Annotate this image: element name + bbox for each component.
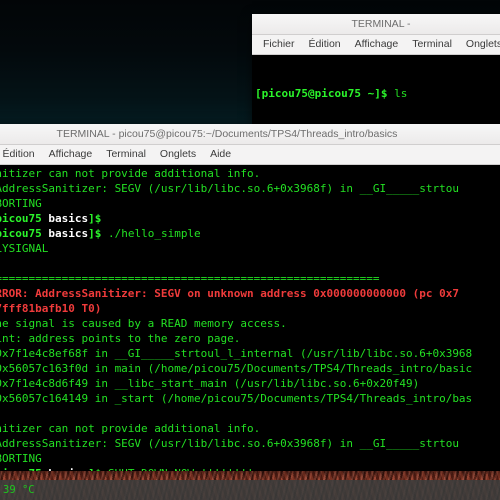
terminal-text: AN:DEADLYSIGNAL — [0, 242, 49, 255]
terminal-line: MMARY: AddressSanitizer: SEGV (/usr/lib/… — [0, 436, 500, 451]
terminal-window-top[interactable]: TERMINAL - Fichier Édition Affichage Ter… — [252, 14, 500, 124]
terminal-text: #0 0x7f1e4c8ef68f in __GI_____strtoul_l_… — [0, 347, 473, 360]
menu-onglets[interactable]: Onglets — [459, 35, 500, 54]
shell-prompt: [picou75@picou75 ~]$ — [255, 87, 388, 100]
terminal-text: MMARY: AddressSanitizer: SEGV (/usr/lib/… — [0, 182, 459, 195]
shell-prompt-tail: ]$ — [88, 467, 101, 471]
terminal-text: 1610==ABORTING — [0, 197, 42, 210]
terminal-line: dressSanitizer can not provide additiona… — [0, 166, 500, 181]
terminal-text: ========================================… — [0, 272, 380, 285]
menu-affichage[interactable]: Affichage — [348, 35, 406, 54]
menubar-main[interactable]: Fichier Édition Affichage Terminal Ongle… — [0, 145, 500, 165]
menu-edition[interactable]: Édition — [302, 35, 348, 54]
shell-prompt-user: icou75@picou75 — [0, 467, 48, 471]
terminal-line: AN:DEADLYSIGNAL — [0, 241, 500, 256]
shell-command: ls — [387, 87, 408, 100]
terminal-line: MMARY: AddressSanitizer: SEGV (/usr/lib/… — [0, 181, 500, 196]
terminal-line: #2 0x7f1e4c8d6f49 in __libc_start_main (… — [0, 376, 500, 391]
shell-prompt-user: icou75@picou75 — [0, 212, 42, 225]
terminal-text: #2 0x7f1e4c8d6f49 in __libc_start_main (… — [0, 377, 420, 390]
terminal-line: 0 sp 0x7fff81bafb10 T0) — [0, 301, 500, 316]
terminal-text: 1615==The signal is caused by a READ mem… — [0, 317, 287, 330]
shell-prompt-dir: basics — [48, 227, 89, 240]
asan-error-text: 0 sp 0x7fff81bafb10 T0) — [0, 302, 102, 315]
menu-terminal[interactable]: Terminal — [405, 35, 459, 54]
menu-affichage-main[interactable]: Affichage — [42, 145, 100, 164]
shell-prompt-dir: basics — [48, 212, 89, 225]
terminal-text: #1 0x56057c163f0d in main (/home/picou75… — [0, 362, 473, 375]
terminal-output-top[interactable]: [picou75@picou75 ~]$ ls Bureau Images Mu… — [252, 55, 500, 124]
shell-prompt-tail: ]$ — [88, 212, 102, 225]
terminal-window-main[interactable]: TERMINAL - picou75@picou75:~/Documents/T… — [0, 124, 500, 471]
terminal-text: 1615==Hint: address points to the zero p… — [0, 332, 241, 345]
shell-command: SHUT DOWN NOW !!!!!!!! — [101, 467, 254, 471]
terminal-line: ========================================… — [0, 271, 500, 286]
shell-command: ./hello_simple — [101, 227, 201, 240]
terminal-line: #0 0x7f1e4c8ef68f in __GI_____strtoul_l_… — [0, 346, 500, 361]
terminal-text: dressSanitizer can not provide additiona… — [0, 422, 261, 435]
terminal-line: 1610==ABORTING — [0, 196, 500, 211]
menu-fichier[interactable]: Fichier — [256, 35, 302, 54]
menu-onglets-main[interactable]: Onglets — [153, 145, 203, 164]
menu-edition-main[interactable]: Édition — [0, 145, 42, 164]
menu-aide-main[interactable]: Aide — [203, 145, 238, 164]
window-titlebar-top[interactable]: TERMINAL - — [252, 14, 500, 35]
shell-prompt-dir: basics — [48, 467, 88, 471]
terminal-line: 1615==The signal is caused by a READ mem… — [0, 316, 500, 331]
desktop-taskbar[interactable]: 39 °C — [0, 480, 500, 500]
menubar-top[interactable]: Fichier Édition Affichage Terminal Ongle… — [252, 35, 500, 55]
terminal-line: dressSanitizer can not provide additiona… — [0, 421, 500, 436]
desktop-screen: TERMINAL - Fichier Édition Affichage Ter… — [0, 0, 500, 500]
temperature-indicator: 39 °C — [3, 484, 35, 496]
terminal-line: 1615==ABORTING — [0, 451, 500, 466]
shell-prompt-tail: ]$ — [88, 227, 102, 240]
window-titlebar-main[interactable]: TERMINAL - picou75@picou75:~/Documents/T… — [0, 124, 500, 145]
terminal-line: 1615==Hint: address points to the zero p… — [0, 331, 500, 346]
terminal-line: #3 0x56057c164149 in _start (/home/picou… — [0, 391, 500, 406]
terminal-text: 1615==ABORTING — [0, 452, 42, 465]
terminal-text: MMARY: AddressSanitizer: SEGV (/usr/lib/… — [0, 437, 459, 450]
terminal-line: #1 0x56057c163f0d in main (/home/picou75… — [0, 361, 500, 376]
terminal-line: 1615==ERROR: AddressSanitizer: SEGV on u… — [0, 286, 500, 301]
terminal-line: icou75@picou75 basics]$ ./hello_simple — [0, 226, 500, 241]
terminal-output-main[interactable]: dressSanitizer can not provide additiona… — [0, 165, 500, 471]
terminal-line: icou75@picou75 basics]$ SHUT DOWN NOW !!… — [0, 466, 500, 471]
menu-terminal-main[interactable]: Terminal — [99, 145, 153, 164]
terminal-line: [picou75@picou75 ~]$ ls — [255, 86, 500, 101]
asan-error-text: 1615==ERROR: AddressSanitizer: SEGV on u… — [0, 287, 459, 300]
terminal-text: #3 0x56057c164149 in _start (/home/picou… — [0, 392, 473, 405]
shell-prompt-user: icou75@picou75 — [0, 227, 42, 240]
terminal-line: icou75@picou75 basics]$ — [0, 211, 500, 226]
terminal-text: dressSanitizer can not provide additiona… — [0, 167, 261, 180]
